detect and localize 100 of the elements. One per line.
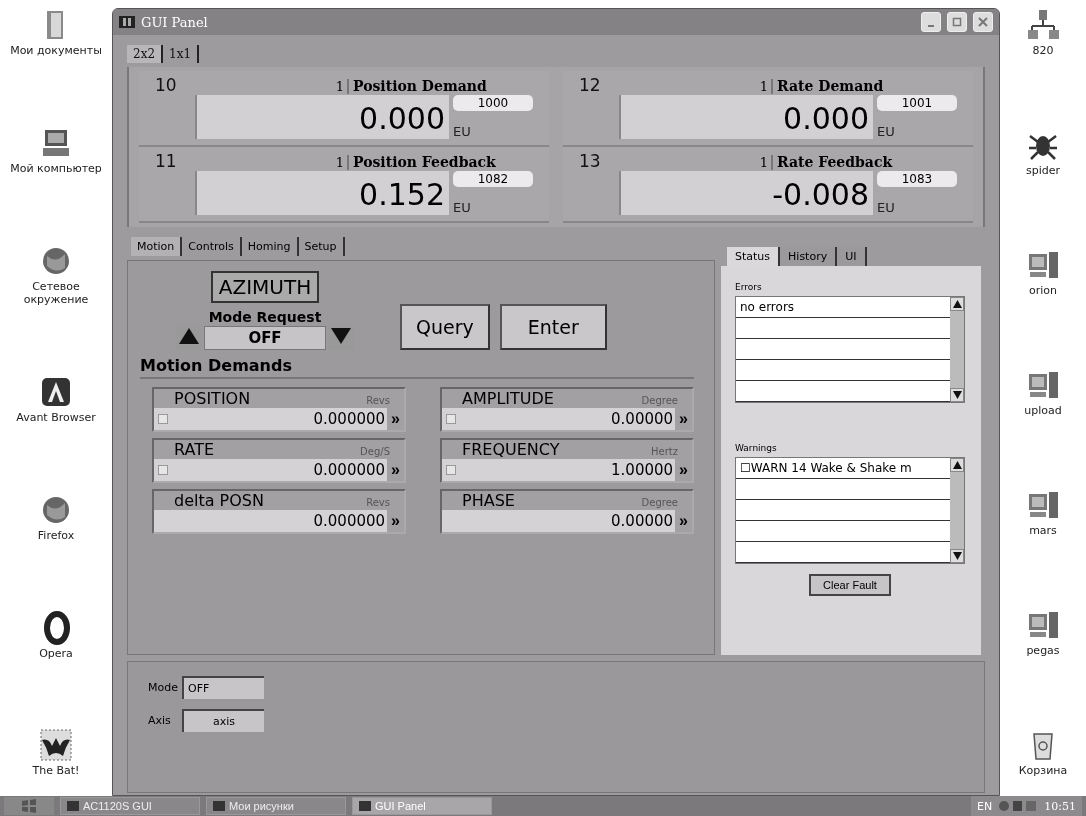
motion-tab[interactable]: Homing xyxy=(241,237,299,256)
app-icon xyxy=(119,15,135,29)
app-icon xyxy=(67,801,79,811)
icon-label[interactable]: 820 xyxy=(1032,44,1054,58)
value-field: OFF xyxy=(182,676,264,699)
readout-title: Rate Feedback xyxy=(776,154,894,170)
icon-label[interactable]: Avant Browser xyxy=(16,411,96,425)
up-triangle-icon xyxy=(178,327,200,345)
action-button[interactable]: Enter xyxy=(499,304,607,350)
clear-fault-button[interactable]: Clear Fault xyxy=(809,574,891,596)
value-input[interactable]: 0.000000 xyxy=(154,459,388,481)
readout-number: 12 xyxy=(579,75,602,95)
icon-label[interactable]: orion xyxy=(1029,284,1057,298)
demand-label: PHASE xyxy=(462,491,515,510)
list-label: Errors xyxy=(735,282,763,292)
down-button[interactable] xyxy=(328,325,354,350)
send-button[interactable]: » xyxy=(387,512,404,530)
icon-label[interactable]: mars xyxy=(1029,524,1057,538)
send-button[interactable]: » xyxy=(675,461,692,479)
value-input[interactable]: 0.000000 xyxy=(154,408,388,430)
demand-label: delta POSN xyxy=(174,491,264,510)
readout-title: Position Demand xyxy=(352,78,488,94)
motion-tab[interactable]: Motion xyxy=(131,237,183,256)
motion-tab[interactable]: Setup xyxy=(298,237,345,256)
readout-number: 10 xyxy=(155,75,178,95)
unit-label: EU xyxy=(877,124,896,139)
send-button[interactable]: » xyxy=(387,461,404,479)
close-button[interactable] xyxy=(973,12,993,32)
app-icon[interactable] xyxy=(39,375,73,409)
layout-tab[interactable]: 2x2 xyxy=(127,45,164,63)
icon-label[interactable]: upload xyxy=(1024,404,1062,418)
readout-value: -0.008 xyxy=(619,171,873,215)
list-label: Warnings xyxy=(735,443,778,453)
scroll-up-icon[interactable] xyxy=(950,297,964,311)
status-tab[interactable]: Status xyxy=(727,247,781,266)
scroll-down-icon[interactable] xyxy=(950,388,964,402)
icon-label[interactable]: pegas xyxy=(1026,644,1060,658)
readout-title: Position Feedback xyxy=(352,154,497,170)
motion-tab[interactable]: Controls xyxy=(182,237,242,256)
indicator-led xyxy=(158,465,168,475)
minimize-icon xyxy=(928,25,934,27)
unit-label: Degree xyxy=(641,497,678,508)
app-icon xyxy=(213,801,225,811)
axis-title: AZIMUTH xyxy=(210,271,320,303)
list-row[interactable]: ☐WARN 14 Wake & Shake m xyxy=(736,458,950,479)
layout-tab[interactable]: 1x1 xyxy=(163,45,200,63)
value-input[interactable]: 0.000000 xyxy=(154,510,388,532)
send-button[interactable]: » xyxy=(387,410,404,428)
code-badge: 1001 xyxy=(877,95,957,111)
section-title: Motion Demands xyxy=(140,356,694,379)
unit-label: Hertz xyxy=(651,446,678,457)
windows-logo-icon xyxy=(21,799,37,813)
close-icon xyxy=(978,17,988,27)
value-input[interactable]: 1.00000 xyxy=(442,459,676,481)
up-button[interactable] xyxy=(176,325,202,350)
indicator-led xyxy=(446,465,456,475)
unit-label: Degree xyxy=(641,395,678,406)
icon-label[interactable]: The Bat! xyxy=(32,764,80,778)
bat-icon[interactable] xyxy=(39,728,73,763)
maximize-button[interactable] xyxy=(947,12,967,32)
value-input[interactable]: 0.00000 xyxy=(442,408,676,430)
unit-label: Revs xyxy=(366,497,390,508)
icon-label[interactable]: Мои документы xyxy=(10,44,102,58)
network-icon[interactable] xyxy=(1026,8,1060,42)
unit-label: Revs xyxy=(366,395,390,406)
demand-label: RATE xyxy=(174,440,215,459)
value-input[interactable]: 0.00000 xyxy=(442,510,676,532)
mode-value-field[interactable]: OFF xyxy=(204,325,326,350)
icon-label[interactable]: Сетевое окружение xyxy=(1,279,111,307)
scroll-down-icon[interactable] xyxy=(950,549,964,563)
icon-label[interactable]: Мой компьютер xyxy=(10,161,102,176)
unit-label: EU xyxy=(453,124,472,139)
action-button[interactable]: Query xyxy=(400,304,490,350)
unit-label: Deg/S xyxy=(360,446,390,457)
code-badge: 1082 xyxy=(453,171,533,187)
maximize-icon xyxy=(952,17,962,27)
demand-label: POSITION xyxy=(174,389,251,408)
indicator-led xyxy=(158,414,168,424)
list-row[interactable]: no errors xyxy=(736,297,950,318)
clock: 10:51 xyxy=(1044,799,1076,813)
start-button[interactable] xyxy=(4,797,54,815)
code-badge: 1083 xyxy=(877,171,957,187)
unit-label: EU xyxy=(877,200,896,215)
icon-label[interactable]: Opera xyxy=(39,646,73,661)
scroll-up-icon[interactable] xyxy=(950,458,964,472)
mode-request-label: Mode Request xyxy=(208,309,322,325)
icon-label[interactable]: spider xyxy=(1025,164,1060,178)
readout-value: 0.000 xyxy=(619,95,873,139)
field-label: Mode xyxy=(148,681,179,694)
send-button[interactable]: » xyxy=(675,410,692,428)
icon-label[interactable]: Firefox xyxy=(37,528,75,543)
tray-icons[interactable] xyxy=(998,799,1039,813)
send-button[interactable]: » xyxy=(675,512,692,530)
field-label: Axis xyxy=(148,714,172,727)
app-icon xyxy=(359,801,371,811)
icon-label[interactable]: Корзина xyxy=(1018,764,1068,778)
demand-label: AMPLITUDE xyxy=(462,389,554,408)
unit-label: EU xyxy=(453,200,472,215)
minimize-button[interactable] xyxy=(921,12,941,32)
indicator-led xyxy=(446,414,456,424)
